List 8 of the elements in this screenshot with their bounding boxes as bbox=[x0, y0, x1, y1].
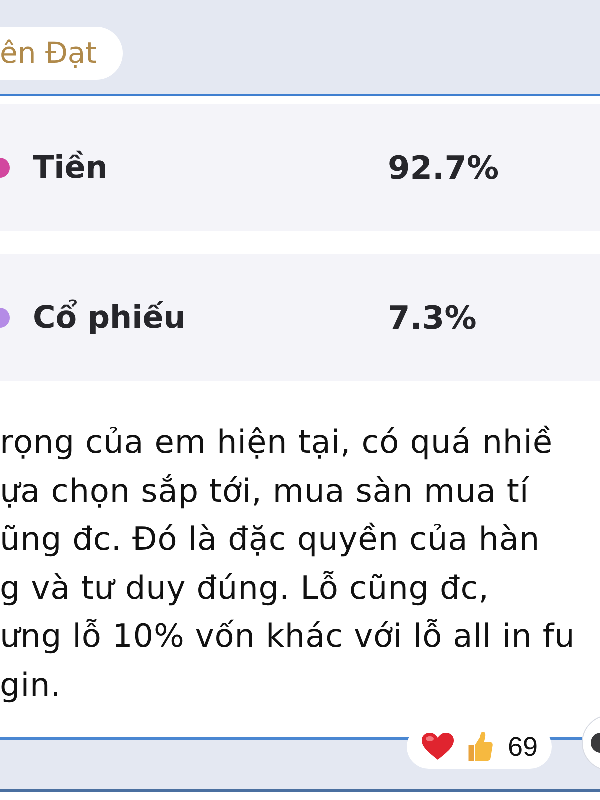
message-text: rọng của em hiện tại, có quá nhiề ựa chọn sắp tới, mua sàn mua tí ũng đc. Đó là đặc quyền của hàn g và tư duy đúng. Lỗ cũng đc, ưng lỗ 10% vốn khác với lỗ all in fu gin. bbox=[0, 422, 576, 706]
allocation-percent: 7.3% bbox=[388, 298, 477, 336]
allocation-percent: 92.7% bbox=[388, 148, 500, 186]
allocation-label: Tiền bbox=[33, 150, 109, 186]
allocation-label: Cổ phiếu bbox=[33, 300, 187, 336]
reaction-count: 69 bbox=[508, 732, 538, 762]
heart-icon bbox=[422, 732, 454, 762]
dark-glyph-icon bbox=[591, 733, 600, 753]
